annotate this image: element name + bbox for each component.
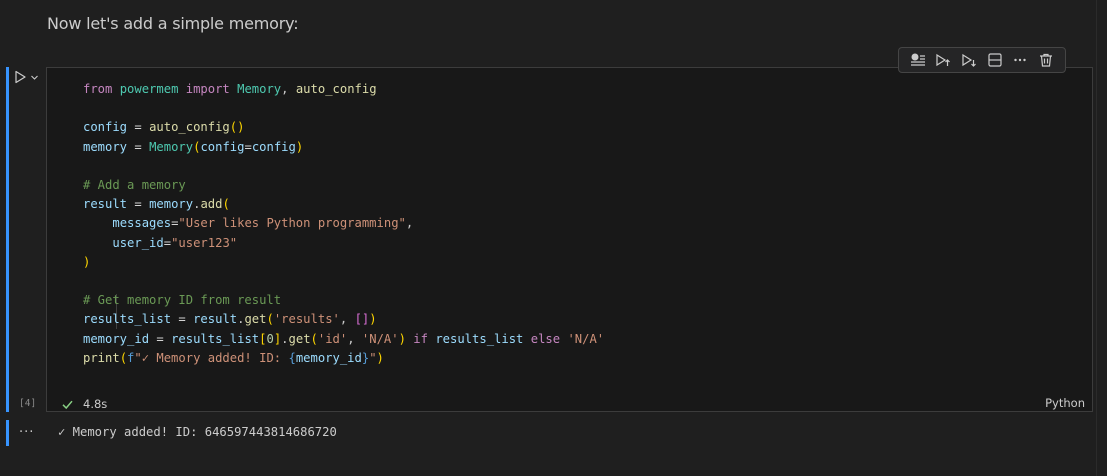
language-selector[interactable]: Python xyxy=(1045,396,1085,410)
trash-icon xyxy=(1040,53,1053,67)
execute-above-icon xyxy=(936,53,951,67)
code-editor[interactable]: from powermem import Memory, auto_config… xyxy=(83,80,604,368)
run-by-line-button[interactable] xyxy=(908,50,928,70)
code-cell[interactable]: from powermem import Memory, auto_config… xyxy=(46,67,1093,412)
execution-time: 4.8s xyxy=(83,397,108,411)
markdown-text: Now let's add a simple memory: xyxy=(47,14,299,33)
cell-toolbar xyxy=(898,47,1066,73)
cell-status: 4.8s xyxy=(61,396,107,412)
output-focus-indicator xyxy=(6,420,9,446)
delete-cell-button[interactable] xyxy=(1036,50,1056,70)
split-cell-button[interactable] xyxy=(985,50,1005,70)
cell-output: ✓ Memory added! ID: 646597443814686720 xyxy=(58,425,337,439)
checkmark-icon xyxy=(62,400,73,409)
chevron-down-icon xyxy=(31,75,38,80)
run-by-line-icon xyxy=(910,53,925,66)
play-icon xyxy=(15,70,26,84)
run-cell-button[interactable] xyxy=(13,69,47,85)
split-cell-icon xyxy=(988,53,1002,67)
more-actions-button[interactable] xyxy=(1010,50,1030,70)
output-more-button[interactable]: ··· xyxy=(19,425,34,440)
ellipsis-icon xyxy=(1014,58,1027,62)
markdown-cell[interactable]: Now let's add a simple memory: xyxy=(0,0,1096,52)
scroll-guide xyxy=(1096,0,1097,476)
cell-focus-indicator xyxy=(6,67,9,412)
execute-below-button[interactable] xyxy=(959,50,979,70)
execution-count: [4] xyxy=(19,398,37,409)
execute-below-icon xyxy=(962,53,977,67)
execute-above-button[interactable] xyxy=(933,50,953,70)
